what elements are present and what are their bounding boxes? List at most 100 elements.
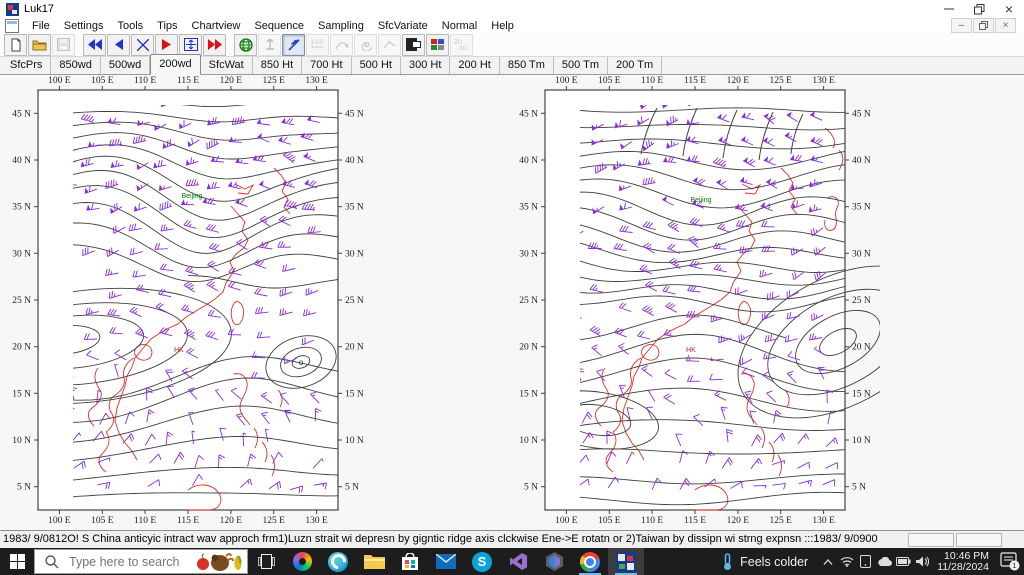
speaker-icon[interactable] bbox=[913, 548, 932, 575]
svg-text:100 E: 100 E bbox=[555, 516, 578, 526]
tab-850-tm[interactable]: 850 Tm bbox=[500, 57, 554, 74]
status-cell-2 bbox=[956, 533, 1002, 547]
mdi-document-icon[interactable] bbox=[5, 19, 19, 33]
svg-text:20 N: 20 N bbox=[852, 343, 871, 353]
tray-overflow-chevron-icon[interactable] bbox=[818, 548, 837, 575]
svg-text:105 E: 105 E bbox=[598, 76, 621, 86]
wind-barb-button[interactable] bbox=[282, 34, 305, 56]
your-phone-icon[interactable] bbox=[856, 548, 875, 575]
fast-forward-icon bbox=[208, 39, 222, 50]
taskbar-search-box[interactable] bbox=[34, 549, 248, 574]
taskbar-app-edge[interactable] bbox=[320, 548, 356, 575]
system-tray: 10:46 PM 11/28/2024 1 bbox=[818, 548, 1024, 575]
menu-item-help[interactable]: Help bbox=[484, 20, 521, 32]
taskbar-app-copilot[interactable] bbox=[284, 548, 320, 575]
menu-item-sfcvariate[interactable]: SfcVariate bbox=[371, 20, 435, 32]
panel-layout-button[interactable] bbox=[402, 34, 425, 56]
weather-chart-left[interactable]: 100 E100 E105 E105 E110 E110 E115 E115 E… bbox=[3, 75, 381, 530]
mdi-close-button[interactable]: × bbox=[995, 18, 1016, 33]
color-palette-icon bbox=[431, 39, 444, 51]
tab-300-ht[interactable]: 300 Ht bbox=[401, 57, 450, 74]
tab-200wd[interactable]: 200wd bbox=[150, 54, 200, 75]
svg-text:15 N: 15 N bbox=[12, 389, 31, 399]
svg-text:40 N: 40 N bbox=[852, 156, 871, 166]
svg-text:120 E: 120 E bbox=[727, 516, 750, 526]
new-file-button[interactable] bbox=[4, 34, 27, 56]
svg-text:30 N: 30 N bbox=[345, 249, 364, 259]
play-button[interactable] bbox=[155, 34, 178, 56]
taskbar-app-visual-studio[interactable] bbox=[500, 548, 536, 575]
tab-500-tm[interactable]: 500 Tm bbox=[554, 57, 608, 74]
tab-500wd[interactable]: 500wd bbox=[101, 57, 150, 74]
menu-item-file[interactable]: File bbox=[25, 20, 57, 32]
taskbar-weather[interactable]: Feels colder bbox=[712, 548, 818, 575]
taskbar-clock[interactable]: 10:46 PM 11/28/2024 bbox=[932, 551, 996, 573]
mdi-minimize-button[interactable]: – bbox=[951, 18, 972, 33]
svg-text:100 E: 100 E bbox=[48, 76, 71, 86]
search-input[interactable] bbox=[67, 554, 201, 570]
fit-window-button[interactable] bbox=[179, 34, 202, 56]
color-palette-button[interactable] bbox=[426, 34, 449, 56]
taskbar-app-store[interactable] bbox=[392, 548, 428, 575]
svg-text:125 E: 125 E bbox=[769, 76, 792, 86]
menu-item-sampling[interactable]: Sampling bbox=[311, 20, 371, 32]
rewind-button[interactable] bbox=[83, 34, 106, 56]
open-file-button[interactable] bbox=[28, 34, 51, 56]
svg-text:40 N: 40 N bbox=[12, 156, 31, 166]
menu-item-tools[interactable]: Tools bbox=[110, 20, 150, 32]
luk17-application-window: Luk17 × FileSettingsToolsTipsChartviewSe… bbox=[0, 0, 1024, 575]
tab-700-ht[interactable]: 700 Ht bbox=[302, 57, 351, 74]
grid-lines-button bbox=[306, 34, 329, 56]
tab-sfcprs[interactable]: SfcPrs bbox=[2, 57, 51, 74]
wifi-icon[interactable] bbox=[837, 548, 856, 575]
svg-text:15 N: 15 N bbox=[345, 389, 364, 399]
svg-text:130 E: 130 E bbox=[305, 76, 328, 86]
onedrive-cloud-icon[interactable] bbox=[875, 548, 894, 575]
close-chart-button[interactable] bbox=[131, 34, 154, 56]
svg-text:40 N: 40 N bbox=[345, 156, 364, 166]
svg-text:40 N: 40 N bbox=[519, 156, 538, 166]
taskbar-app-file-explorer[interactable] bbox=[356, 548, 392, 575]
restore-button[interactable] bbox=[964, 0, 994, 18]
taskbar-app-luk17[interactable] bbox=[608, 548, 644, 575]
menu-item-normal[interactable]: Normal bbox=[435, 20, 484, 32]
task-view-button[interactable] bbox=[248, 548, 284, 575]
svg-text:100 E: 100 E bbox=[48, 516, 71, 526]
close-button[interactable]: × bbox=[994, 0, 1024, 18]
svg-text:110 E: 110 E bbox=[134, 76, 156, 86]
tab-sfcwat[interactable]: SfcWat bbox=[201, 57, 253, 74]
menu-item-chartview[interactable]: Chartview bbox=[185, 20, 248, 32]
blue-x-icon bbox=[137, 39, 149, 51]
map-label-beijing: Beijing bbox=[181, 193, 202, 200]
taskbar-app-mail[interactable] bbox=[428, 548, 464, 575]
tab-200-ht[interactable]: 200 Ht bbox=[450, 57, 499, 74]
tab-850-ht[interactable]: 850 Ht bbox=[253, 57, 302, 74]
menu-item-tips[interactable]: Tips bbox=[150, 20, 184, 32]
battery-icon[interactable] bbox=[894, 548, 913, 575]
tab-850wd[interactable]: 850wd bbox=[51, 57, 100, 74]
menu-item-settings[interactable]: Settings bbox=[57, 20, 111, 32]
fast-forward-button[interactable] bbox=[203, 34, 226, 56]
menu-item-sequence[interactable]: Sequence bbox=[247, 20, 311, 32]
minimize-button[interactable] bbox=[934, 0, 964, 18]
step-back-button[interactable] bbox=[107, 34, 130, 56]
luk17-icon bbox=[616, 552, 636, 572]
step-back-icon bbox=[115, 39, 123, 50]
status-text: 1983/ 9/0812O! S China anticyic intract … bbox=[3, 533, 878, 545]
svg-text:105 E: 105 E bbox=[598, 516, 621, 526]
thanksgiving-search-art[interactable] bbox=[196, 551, 244, 571]
taskbar-app-chrome[interactable] bbox=[572, 548, 608, 575]
mdi-restore-button[interactable] bbox=[973, 18, 994, 33]
globe-button[interactable] bbox=[234, 34, 257, 56]
svg-text:35 N: 35 N bbox=[519, 203, 538, 213]
taskbar-app-hex[interactable] bbox=[536, 548, 572, 575]
action-center-button[interactable]: 1 bbox=[996, 548, 1024, 575]
taskbar-app-skype[interactable]: S bbox=[464, 548, 500, 575]
search-icon bbox=[45, 555, 59, 569]
svg-text:20 N: 20 N bbox=[345, 343, 364, 353]
tab-200-tm[interactable]: 200 Tm bbox=[608, 57, 662, 74]
status-bar: 1983/ 9/0812O! S China anticyic intract … bbox=[0, 530, 1024, 548]
start-button[interactable] bbox=[0, 548, 34, 575]
tab-500-ht[interactable]: 500 Ht bbox=[352, 57, 401, 74]
weather-chart-right[interactable]: 100 E100 E105 E105 E110 E110 E115 E115 E… bbox=[510, 75, 888, 530]
